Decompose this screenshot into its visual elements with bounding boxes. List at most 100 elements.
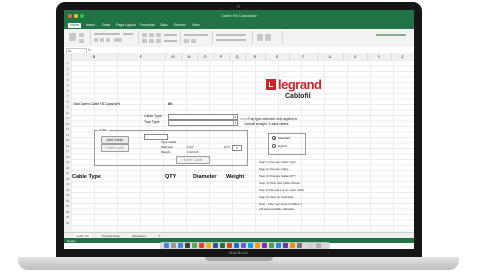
row-header[interactable]: 3 bbox=[64, 72, 71, 76]
minimize-window-button[interactable] bbox=[74, 14, 78, 18]
tab-page-layout[interactable]: Page Layout bbox=[116, 23, 136, 28]
row-header[interactable]: 19 bbox=[64, 160, 71, 164]
conditional-formatting-button[interactable] bbox=[216, 34, 246, 36]
app-icon[interactable] bbox=[283, 243, 288, 248]
row-header[interactable]: 9 bbox=[64, 105, 71, 109]
safari-icon[interactable] bbox=[178, 243, 183, 248]
column-header[interactable]: B bbox=[71, 53, 118, 60]
launchpad-icon[interactable] bbox=[171, 243, 176, 248]
row-header[interactable]: 8 bbox=[64, 100, 71, 104]
app-icon[interactable] bbox=[262, 243, 267, 248]
row-header[interactable]: 24 bbox=[64, 188, 71, 192]
tab-review[interactable]: Review bbox=[174, 23, 185, 28]
tab-insert[interactable]: Insert bbox=[86, 23, 95, 28]
row-header[interactable]: 11 bbox=[64, 116, 71, 120]
tab-view[interactable]: View bbox=[192, 23, 200, 28]
row-header[interactable]: 7 bbox=[64, 94, 71, 98]
wrap-text-button[interactable] bbox=[164, 34, 177, 36]
format-as-table-button[interactable] bbox=[216, 39, 246, 41]
column-header[interactable]: Z bbox=[391, 53, 414, 60]
row-header[interactable]: 14 bbox=[64, 133, 71, 137]
column-header[interactable]: P bbox=[213, 53, 230, 60]
row-header[interactable]: 23 bbox=[64, 182, 71, 186]
add-cable-button[interactable]: Add Cable bbox=[101, 136, 129, 144]
align-top-icon[interactable] bbox=[142, 33, 147, 37]
delete-cells-icon[interactable] bbox=[265, 34, 271, 41]
column-header[interactable]: O bbox=[197, 53, 214, 60]
column-header[interactable]: F bbox=[117, 53, 166, 60]
row-header[interactable]: 15 bbox=[64, 138, 71, 142]
column-header[interactable]: Q bbox=[229, 53, 246, 60]
cut-icon[interactable] bbox=[79, 33, 84, 37]
copy-icon[interactable] bbox=[79, 39, 84, 43]
row-header[interactable]: 20 bbox=[64, 166, 71, 170]
column-header[interactable]: Y bbox=[367, 53, 392, 60]
close-window-button[interactable] bbox=[68, 14, 72, 18]
app-icon[interactable] bbox=[297, 243, 302, 248]
messages-icon[interactable] bbox=[192, 243, 197, 248]
row-header[interactable]: 6 bbox=[64, 89, 71, 93]
terminal-icon[interactable] bbox=[185, 243, 190, 248]
row-header[interactable]: 30 bbox=[64, 221, 71, 225]
align-middle-icon[interactable] bbox=[149, 33, 154, 37]
row-header[interactable]: 10 bbox=[64, 111, 71, 115]
merge-center-button[interactable] bbox=[164, 40, 177, 42]
column-header[interactable]: N bbox=[181, 53, 198, 60]
align-left-icon[interactable] bbox=[142, 39, 147, 43]
app-icon[interactable] bbox=[290, 243, 295, 248]
font-size-select[interactable] bbox=[123, 33, 133, 35]
currency-icon[interactable] bbox=[184, 39, 189, 43]
word-icon[interactable] bbox=[213, 243, 218, 248]
delete-cable-button[interactable]: Delete cable bbox=[101, 144, 129, 152]
app-icon[interactable] bbox=[276, 243, 281, 248]
app-icon[interactable] bbox=[269, 243, 274, 248]
radio-hybrid[interactable] bbox=[272, 144, 276, 148]
zoom-window-button[interactable] bbox=[80, 14, 84, 18]
tab-home[interactable]: Home bbox=[68, 23, 82, 28]
row-header[interactable]: 21 bbox=[64, 171, 71, 175]
row-header[interactable]: 2 bbox=[64, 67, 71, 71]
calendar-icon[interactable] bbox=[199, 243, 204, 248]
fx-icon[interactable]: fx bbox=[88, 47, 91, 52]
row-header[interactable]: 4 bbox=[64, 78, 71, 82]
row-header[interactable]: 5 bbox=[64, 83, 71, 87]
column-header[interactable]: X bbox=[343, 53, 368, 60]
align-right-icon[interactable] bbox=[156, 39, 161, 43]
tab-draw[interactable]: Draw bbox=[102, 23, 110, 28]
row-header[interactable]: 1 bbox=[64, 61, 71, 65]
outlook-icon[interactable] bbox=[234, 243, 239, 248]
downloads-icon[interactable] bbox=[308, 243, 313, 248]
column-header[interactable]: S bbox=[265, 53, 290, 60]
excel-icon[interactable] bbox=[220, 243, 225, 248]
tray-type-dropdown[interactable]: ▾ bbox=[168, 120, 238, 126]
row-header[interactable]: 22 bbox=[64, 177, 71, 181]
radio-standard[interactable] bbox=[272, 136, 276, 140]
align-center-icon[interactable] bbox=[149, 39, 154, 43]
insert-cells-icon[interactable] bbox=[257, 34, 263, 41]
app-icon[interactable] bbox=[241, 243, 246, 248]
qty-input[interactable]: 1 bbox=[232, 145, 242, 151]
share-button[interactable] bbox=[376, 34, 406, 36]
tab-data[interactable]: Data bbox=[160, 23, 167, 28]
number-format-select[interactable] bbox=[184, 34, 208, 36]
column-header[interactable]: R bbox=[245, 53, 266, 60]
underline-icon[interactable] bbox=[106, 38, 110, 42]
trash-icon[interactable] bbox=[316, 243, 321, 248]
fill-color-icon[interactable] bbox=[114, 38, 122, 42]
font-name-select[interactable] bbox=[94, 33, 120, 35]
italic-icon[interactable] bbox=[100, 38, 104, 42]
app-icon[interactable] bbox=[248, 243, 253, 248]
row-header[interactable]: 18 bbox=[64, 155, 71, 159]
bold-icon[interactable] bbox=[94, 38, 98, 42]
row-header[interactable]: 17 bbox=[64, 149, 71, 153]
row-header[interactable]: 26 bbox=[64, 199, 71, 203]
tab-formulas[interactable]: Formulas bbox=[140, 23, 155, 28]
powerpoint-icon[interactable] bbox=[227, 243, 232, 248]
column-header[interactable]: M bbox=[165, 53, 182, 60]
percent-icon[interactable] bbox=[191, 39, 196, 43]
app-icon[interactable] bbox=[255, 243, 260, 248]
row-header[interactable]: 13 bbox=[64, 127, 71, 131]
align-bottom-icon[interactable] bbox=[156, 33, 161, 37]
column-header[interactable]: U bbox=[317, 53, 344, 60]
row-header[interactable]: 16 bbox=[64, 144, 71, 148]
